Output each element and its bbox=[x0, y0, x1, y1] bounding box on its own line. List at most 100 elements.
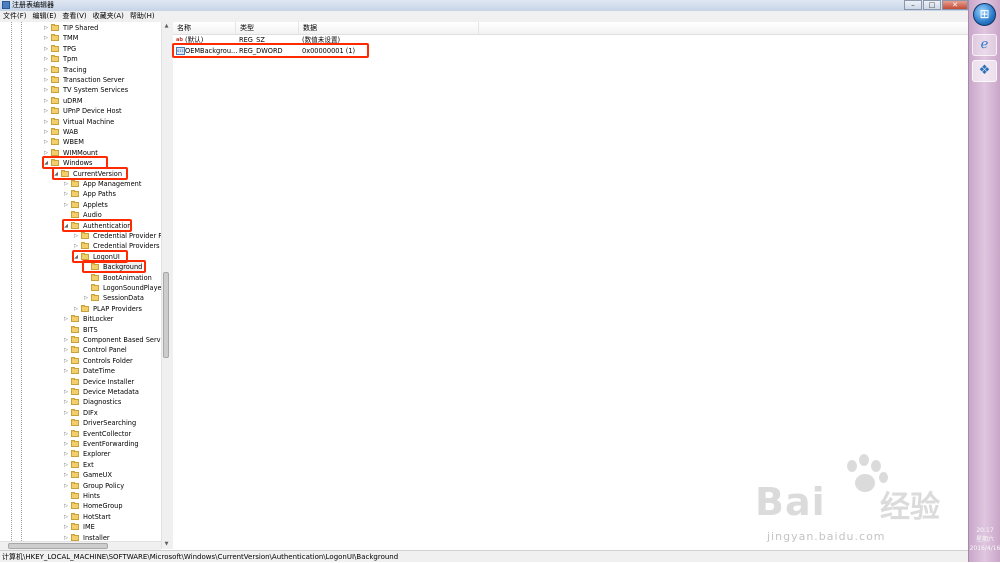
taskbar-ie-button[interactable]: ℯ bbox=[972, 34, 997, 56]
expand-arrow-icon[interactable]: ▷ bbox=[63, 356, 69, 366]
tree-node[interactable]: Device Installer bbox=[0, 377, 170, 387]
folder-icon bbox=[71, 533, 79, 541]
tree-node[interactable]: ▷ SessionData bbox=[0, 293, 170, 303]
tree-node[interactable]: ▷ Virtual Machine bbox=[0, 117, 170, 127]
maximize-button[interactable]: □ bbox=[923, 0, 941, 10]
tree-node[interactable]: ▷ Group Policy bbox=[0, 481, 170, 491]
tree-node[interactable]: ▷ TIP Shared bbox=[0, 23, 170, 33]
tree-node[interactable]: ▷ Tpm bbox=[0, 54, 170, 64]
expand-arrow-icon[interactable]: ▷ bbox=[43, 44, 49, 54]
tree-node[interactable]: ▷ HomeGroup bbox=[0, 501, 170, 511]
tree-node[interactable]: ▷ Controls Folder bbox=[0, 356, 170, 366]
system-clock[interactable]: 20:17 星期六 2016/4/16 bbox=[969, 526, 1000, 553]
expand-arrow-icon[interactable]: ▷ bbox=[73, 231, 79, 241]
tree-node[interactable]: BITS bbox=[0, 325, 170, 335]
tree-node[interactable]: ▷ Credential Provider Filt bbox=[0, 231, 170, 241]
expand-arrow-icon[interactable]: ▷ bbox=[43, 65, 49, 75]
expand-arrow-icon[interactable]: ▷ bbox=[43, 106, 49, 116]
tree-node-label: Diagnostics bbox=[83, 398, 122, 407]
tree-node[interactable]: ▷ Diagnostics bbox=[0, 397, 170, 407]
expand-arrow-icon[interactable]: ▷ bbox=[63, 501, 69, 511]
expand-arrow-icon[interactable]: ▷ bbox=[43, 33, 49, 43]
menu-favorites[interactable]: 收藏夹(A) bbox=[90, 11, 127, 22]
tree-node[interactable]: ▷ WBEM bbox=[0, 137, 170, 147]
minimize-button[interactable]: – bbox=[904, 0, 922, 10]
column-type[interactable]: 类型 bbox=[236, 22, 299, 34]
tree-node[interactable]: ▷ DateTime bbox=[0, 366, 170, 376]
tree-node[interactable]: ▷ UPnP Device Host bbox=[0, 106, 170, 116]
expand-arrow-icon[interactable]: ▷ bbox=[43, 85, 49, 95]
menu-help[interactable]: 帮助(H) bbox=[127, 11, 158, 22]
tree-node[interactable]: ▷ App Paths bbox=[0, 189, 170, 199]
expand-arrow-icon[interactable]: ▷ bbox=[63, 522, 69, 532]
taskbar-regedit-button[interactable]: ❖ bbox=[972, 60, 997, 82]
expand-arrow-icon[interactable]: ▷ bbox=[63, 179, 69, 189]
expand-arrow-icon[interactable]: ▷ bbox=[63, 460, 69, 470]
column-data[interactable]: 数据 bbox=[299, 22, 479, 34]
tree-node[interactable]: LogonSoundPlayed bbox=[0, 283, 170, 293]
expand-arrow-icon[interactable]: ▷ bbox=[63, 512, 69, 522]
expand-arrow-icon[interactable]: ▷ bbox=[43, 137, 49, 147]
tree-node[interactable]: ▷ BitLocker bbox=[0, 314, 170, 324]
tree-node[interactable]: ▷ Tracing bbox=[0, 65, 170, 75]
expand-arrow-icon[interactable]: ▷ bbox=[43, 96, 49, 106]
expand-arrow-icon[interactable]: ▷ bbox=[63, 439, 69, 449]
tree-node[interactable]: ▷ TMM bbox=[0, 33, 170, 43]
tree-horizontal-scrollbar[interactable] bbox=[0, 541, 161, 550]
tree-node[interactable]: ▷ IME bbox=[0, 522, 170, 532]
tree-node[interactable]: ▷ EventCollector bbox=[0, 429, 170, 439]
tree-node[interactable]: ▷ HotStart bbox=[0, 512, 170, 522]
tree-node[interactable]: ▷ Device Metadata bbox=[0, 387, 170, 397]
tree-node[interactable]: ▷ uDRM bbox=[0, 96, 170, 106]
expand-arrow-icon[interactable]: ▷ bbox=[63, 470, 69, 480]
expand-arrow-icon[interactable]: ▷ bbox=[63, 366, 69, 376]
tree-node[interactable]: ▷ Explorer bbox=[0, 449, 170, 459]
column-name[interactable]: 名称 bbox=[173, 22, 236, 34]
tree-node[interactable]: ▷ Component Based Servici bbox=[0, 335, 170, 345]
h-scrollbar-thumb[interactable] bbox=[8, 543, 108, 549]
expand-arrow-icon[interactable]: ▷ bbox=[63, 200, 69, 210]
scrollbar-thumb[interactable] bbox=[163, 272, 169, 358]
expand-arrow-icon[interactable]: ▷ bbox=[63, 481, 69, 491]
folder-icon bbox=[51, 44, 59, 52]
expand-arrow-icon[interactable]: ▷ bbox=[63, 429, 69, 439]
start-button[interactable] bbox=[973, 3, 996, 26]
tree-node-label: WAB bbox=[63, 128, 79, 136]
expand-arrow-icon[interactable]: ▷ bbox=[43, 23, 49, 33]
expand-arrow-icon[interactable]: ▷ bbox=[43, 127, 49, 137]
tree-node[interactable]: DriverSearching bbox=[0, 418, 170, 428]
tree-node[interactable]: Hints bbox=[0, 491, 170, 501]
menu-file[interactable]: 文件(F) bbox=[0, 11, 30, 22]
tree-node[interactable]: ▷ Transaction Server bbox=[0, 75, 170, 85]
tree-node[interactable]: ▷ Ext bbox=[0, 460, 170, 470]
expand-arrow-icon[interactable]: ▷ bbox=[63, 345, 69, 355]
expand-arrow-icon[interactable]: ▷ bbox=[63, 314, 69, 324]
expand-arrow-icon[interactable]: ▷ bbox=[63, 189, 69, 199]
expand-arrow-icon[interactable]: ▷ bbox=[63, 387, 69, 397]
expand-arrow-icon[interactable]: ▷ bbox=[43, 117, 49, 127]
close-button[interactable]: ✕ bbox=[942, 0, 968, 10]
tree-node[interactable]: ▷ TV System Services bbox=[0, 85, 170, 95]
expand-arrow-icon[interactable]: ▷ bbox=[43, 75, 49, 85]
expand-arrow-icon[interactable]: ▷ bbox=[63, 449, 69, 459]
menu-edit[interactable]: 编辑(E) bbox=[30, 11, 60, 22]
tree-node[interactable]: ▷ PLAP Providers bbox=[0, 304, 170, 314]
expand-arrow-icon[interactable]: ▷ bbox=[83, 293, 89, 303]
tree-node[interactable]: ▷ TPG bbox=[0, 44, 170, 54]
expand-arrow-icon[interactable]: ▷ bbox=[63, 397, 69, 407]
tree-node[interactable]: ▷ Applets bbox=[0, 200, 170, 210]
tree-node[interactable]: ▷ App Management bbox=[0, 179, 170, 189]
tree-node[interactable]: ▷ DIFx bbox=[0, 408, 170, 418]
expand-arrow-icon[interactable]: ▷ bbox=[63, 335, 69, 345]
tree-node[interactable]: ▷ WAB bbox=[0, 127, 170, 137]
tree-node[interactable]: ▷ EventForwarding bbox=[0, 439, 170, 449]
expand-arrow-icon[interactable]: ▷ bbox=[63, 408, 69, 418]
tree-node-label: Group Policy bbox=[83, 481, 125, 490]
tree-node[interactable]: ▷ Control Panel bbox=[0, 345, 170, 355]
menu-view[interactable]: 查看(V) bbox=[59, 11, 89, 22]
tree-node[interactable]: ▷ GameUX bbox=[0, 470, 170, 480]
registry-key-tree[interactable]: ▷ TIP Shared ▷ TMM ▷ TPG ▷ Tpm ▷ Tracing ▷ Transact… bbox=[0, 22, 171, 549]
expand-arrow-icon[interactable]: ▷ bbox=[43, 54, 49, 64]
tree-node[interactable]: BootAnimation bbox=[0, 273, 170, 283]
expand-arrow-icon[interactable]: ▷ bbox=[73, 304, 79, 314]
